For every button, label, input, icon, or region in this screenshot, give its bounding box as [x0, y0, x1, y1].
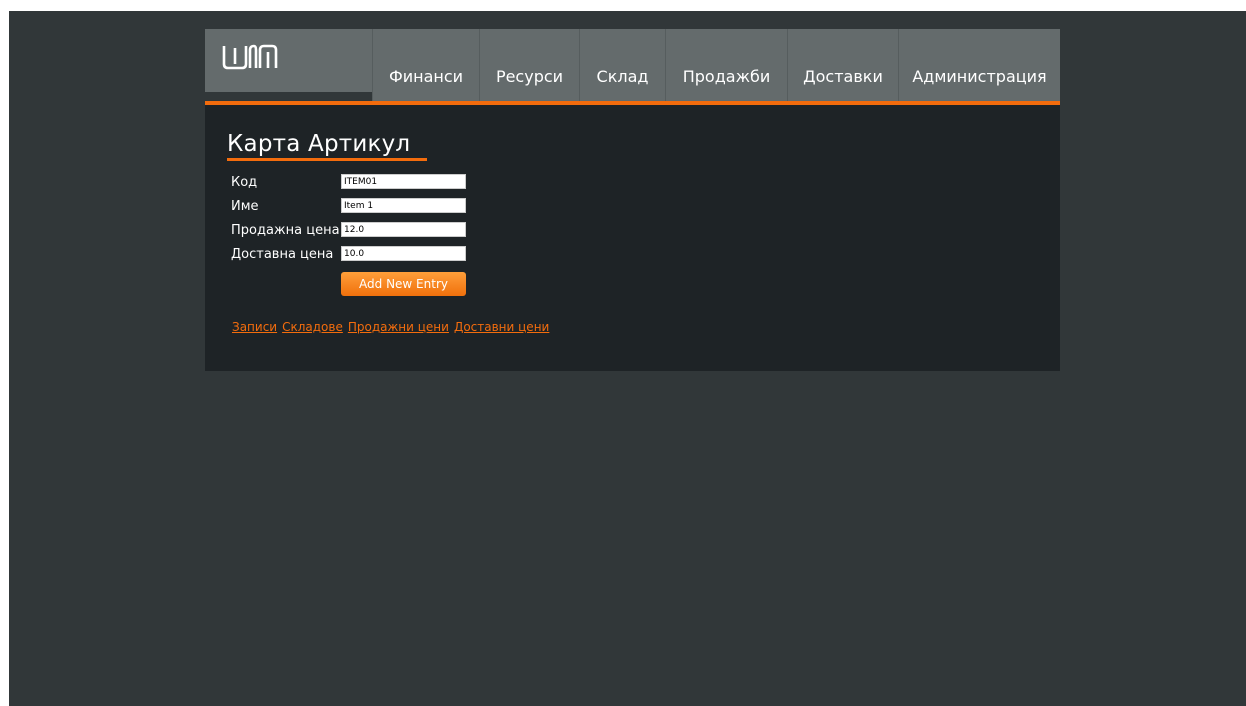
- nav-item-finance[interactable]: Финанси: [372, 29, 479, 101]
- delivery-price-field[interactable]: [341, 246, 466, 261]
- nav-item-label: Продажби: [682, 67, 771, 86]
- related-links: Записи Складове Продажни цени Доставни цени: [232, 320, 554, 334]
- link-delivery-prices[interactable]: Доставни цени: [454, 320, 549, 334]
- viewport: Финанси Ресурси Склад Продажби Доставки …: [9, 11, 1246, 706]
- nav-item-label: Ресурси: [495, 67, 564, 86]
- sale-price-label: Продажна цена: [231, 223, 340, 238]
- nav-item-label: Администрация: [912, 67, 1047, 86]
- nav-item-label: Финанси: [388, 67, 464, 86]
- logo-container[interactable]: [205, 29, 372, 92]
- nav-item-deliveries[interactable]: Доставки: [787, 29, 898, 101]
- nav-item-resources[interactable]: Ресурси: [479, 29, 579, 101]
- nav-item-administration[interactable]: Администрация: [898, 29, 1060, 101]
- delivery-price-label: Доставна цена: [231, 247, 334, 262]
- nav-item-sales[interactable]: Продажби: [665, 29, 787, 101]
- title-underline: [227, 158, 427, 161]
- nav-item-warehouse[interactable]: Склад: [579, 29, 665, 101]
- nav-item-label: Склад: [596, 67, 649, 86]
- sale-price-field[interactable]: [341, 222, 466, 237]
- link-warehouses[interactable]: Складове: [282, 320, 343, 334]
- logo-icon: [222, 44, 278, 70]
- page-title: Карта Артикул: [227, 131, 411, 157]
- header-accent-bar: [205, 101, 1060, 105]
- nav-item-label: Доставки: [803, 67, 883, 86]
- name-field[interactable]: [341, 198, 466, 213]
- link-records[interactable]: Записи: [232, 320, 277, 334]
- app-container: Финанси Ресурси Склад Продажби Доставки …: [205, 29, 1060, 371]
- add-new-entry-button[interactable]: Add New Entry: [341, 272, 466, 296]
- main-nav: Финанси Ресурси Склад Продажби Доставки …: [372, 29, 1060, 101]
- name-label: Име: [231, 199, 259, 214]
- header: Финанси Ресурси Склад Продажби Доставки …: [205, 29, 1060, 101]
- code-field[interactable]: [341, 174, 466, 189]
- link-sale-prices[interactable]: Продажни цени: [348, 320, 449, 334]
- code-label: Код: [231, 175, 258, 190]
